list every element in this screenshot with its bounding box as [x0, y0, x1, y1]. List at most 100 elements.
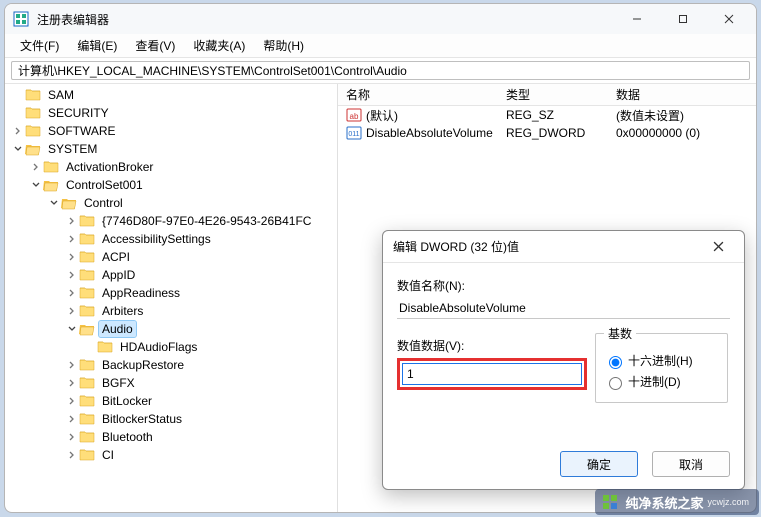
- tree-item-label: AppID: [99, 267, 138, 283]
- tree-item-label: ActivationBroker: [63, 159, 156, 175]
- tree-item-label: SOFTWARE: [45, 123, 119, 139]
- window-controls: [614, 4, 752, 34]
- tree-item[interactable]: ACPI: [7, 248, 337, 266]
- folder-icon: [79, 412, 95, 426]
- radix-hex-row[interactable]: 十六进制(H): [604, 352, 719, 369]
- chevron-right-icon[interactable]: [65, 358, 79, 372]
- folder-icon: [79, 430, 95, 444]
- folder-icon: [25, 124, 41, 138]
- folder-icon: [43, 160, 59, 174]
- tree-item[interactable]: {7746D80F-97E0-4E26-9543-26B41FC: [7, 212, 337, 230]
- value-type: REG_DWORD: [498, 126, 608, 140]
- value-data-field[interactable]: [402, 363, 582, 385]
- watermark-sub: ycwjz.com: [707, 497, 749, 507]
- close-button[interactable]: [706, 4, 752, 34]
- tree-spacer: [83, 340, 97, 354]
- tree-item-label: Control: [81, 195, 126, 211]
- col-type[interactable]: 类型: [498, 86, 608, 103]
- tree-item[interactable]: Audio: [7, 320, 337, 338]
- value-name: (默认): [366, 107, 398, 124]
- tree-item-label: SAM: [45, 87, 77, 103]
- tree-item[interactable]: Control: [7, 194, 337, 212]
- tree-item[interactable]: ControlSet001: [7, 176, 337, 194]
- chevron-right-icon[interactable]: [65, 430, 79, 444]
- folder-icon: [25, 106, 41, 120]
- tree-item-label: ControlSet001: [63, 177, 146, 193]
- dialog-titlebar: 编辑 DWORD (32 位)值: [383, 231, 744, 263]
- chevron-right-icon[interactable]: [65, 304, 79, 318]
- tree-item-label: AppReadiness: [99, 285, 183, 301]
- chevron-right-icon[interactable]: [65, 394, 79, 408]
- value-data-label: 数值数据(V):: [397, 337, 587, 354]
- addressbar: [5, 58, 756, 84]
- dialog-close-button[interactable]: [702, 231, 734, 263]
- menu-help[interactable]: 帮助(H): [254, 35, 313, 56]
- tree-item[interactable]: SYSTEM: [7, 140, 337, 158]
- chevron-right-icon[interactable]: [65, 214, 79, 228]
- chevron-right-icon[interactable]: [65, 412, 79, 426]
- key-tree[interactable]: SAM SECURITY SOFTWARESYSTEMActivationBroke…: [5, 84, 338, 512]
- radix-hex[interactable]: [609, 356, 622, 369]
- tree-item-label: ACPI: [99, 249, 133, 265]
- tree-item[interactable]: AppReadiness: [7, 284, 337, 302]
- chevron-right-icon[interactable]: [65, 286, 79, 300]
- chevron-right-icon[interactable]: [29, 160, 43, 174]
- chevron-down-icon[interactable]: [29, 178, 43, 192]
- tree-item-label: BitLocker: [99, 393, 155, 409]
- folder-open-icon: [25, 142, 41, 156]
- tree-item[interactable]: SAM: [7, 86, 337, 104]
- tree-item-label: CI: [99, 447, 117, 463]
- tree-item[interactable]: AppID: [7, 266, 337, 284]
- ok-button[interactable]: 确定: [560, 451, 638, 477]
- tree-item-label: BackupRestore: [99, 357, 187, 373]
- tree-item[interactable]: AccessibilitySettings: [7, 230, 337, 248]
- dialog-body: 数值名称(N): 数值数据(V): 基数 十六进制(H) 十: [383, 263, 744, 441]
- chevron-down-icon[interactable]: [47, 196, 61, 210]
- tree-item[interactable]: SOFTWARE: [7, 122, 337, 140]
- tree-item[interactable]: CI: [7, 446, 337, 464]
- chevron-right-icon[interactable]: [65, 448, 79, 462]
- chevron-right-icon[interactable]: [11, 124, 25, 138]
- tree-item[interactable]: BackupRestore: [7, 356, 337, 374]
- tree-item[interactable]: SECURITY: [7, 104, 337, 122]
- value-name: DisableAbsoluteVolume: [366, 126, 493, 140]
- chevron-right-icon[interactable]: [65, 268, 79, 282]
- chevron-down-icon[interactable]: [65, 322, 79, 336]
- tree-item[interactable]: BitlockerStatus: [7, 410, 337, 428]
- list-row[interactable]: ab(默认)REG_SZ(数值未设置): [338, 106, 756, 124]
- tree-item[interactable]: HDAudioFlags: [7, 338, 337, 356]
- menu-file[interactable]: 文件(F): [11, 35, 68, 56]
- maximize-button[interactable]: [660, 4, 706, 34]
- cancel-button[interactable]: 取消: [652, 451, 730, 477]
- menu-view[interactable]: 查看(V): [126, 35, 184, 56]
- chevron-right-icon[interactable]: [65, 232, 79, 246]
- folder-icon: [79, 448, 95, 462]
- radix-dec-row[interactable]: 十进制(D): [604, 373, 719, 390]
- address-input[interactable]: [11, 61, 750, 80]
- tree-item[interactable]: Bluetooth: [7, 428, 337, 446]
- tree-item[interactable]: BitLocker: [7, 392, 337, 410]
- menubar: 文件(F) 编辑(E) 查看(V) 收藏夹(A) 帮助(H): [5, 34, 756, 58]
- tree-item[interactable]: Arbiters: [7, 302, 337, 320]
- col-name[interactable]: 名称: [338, 86, 498, 103]
- menu-favorites[interactable]: 收藏夹(A): [184, 35, 254, 56]
- chevron-down-icon[interactable]: [11, 142, 25, 156]
- radix-dec-label: 十进制(D): [628, 373, 681, 390]
- tree-item-label: {7746D80F-97E0-4E26-9543-26B41FC: [99, 213, 314, 229]
- radix-dec[interactable]: [609, 377, 622, 390]
- folder-icon: [79, 214, 95, 228]
- chevron-right-icon[interactable]: [65, 376, 79, 390]
- value-name-field[interactable]: [397, 298, 730, 319]
- list-row[interactable]: 011DisableAbsoluteVolumeREG_DWORD0x00000…: [338, 124, 756, 142]
- minimize-button[interactable]: [614, 4, 660, 34]
- col-data[interactable]: 数据: [608, 86, 756, 103]
- tree-item-label: SECURITY: [45, 105, 112, 121]
- menu-edit[interactable]: 编辑(E): [68, 35, 126, 56]
- svg-text:ab: ab: [350, 112, 359, 121]
- tree-item[interactable]: BGFX: [7, 374, 337, 392]
- chevron-right-icon[interactable]: [65, 250, 79, 264]
- tree-item[interactable]: ActivationBroker: [7, 158, 337, 176]
- folder-open-icon: [43, 178, 59, 192]
- list-header: 名称 类型 数据: [338, 84, 756, 106]
- titlebar: 注册表编辑器: [5, 4, 756, 34]
